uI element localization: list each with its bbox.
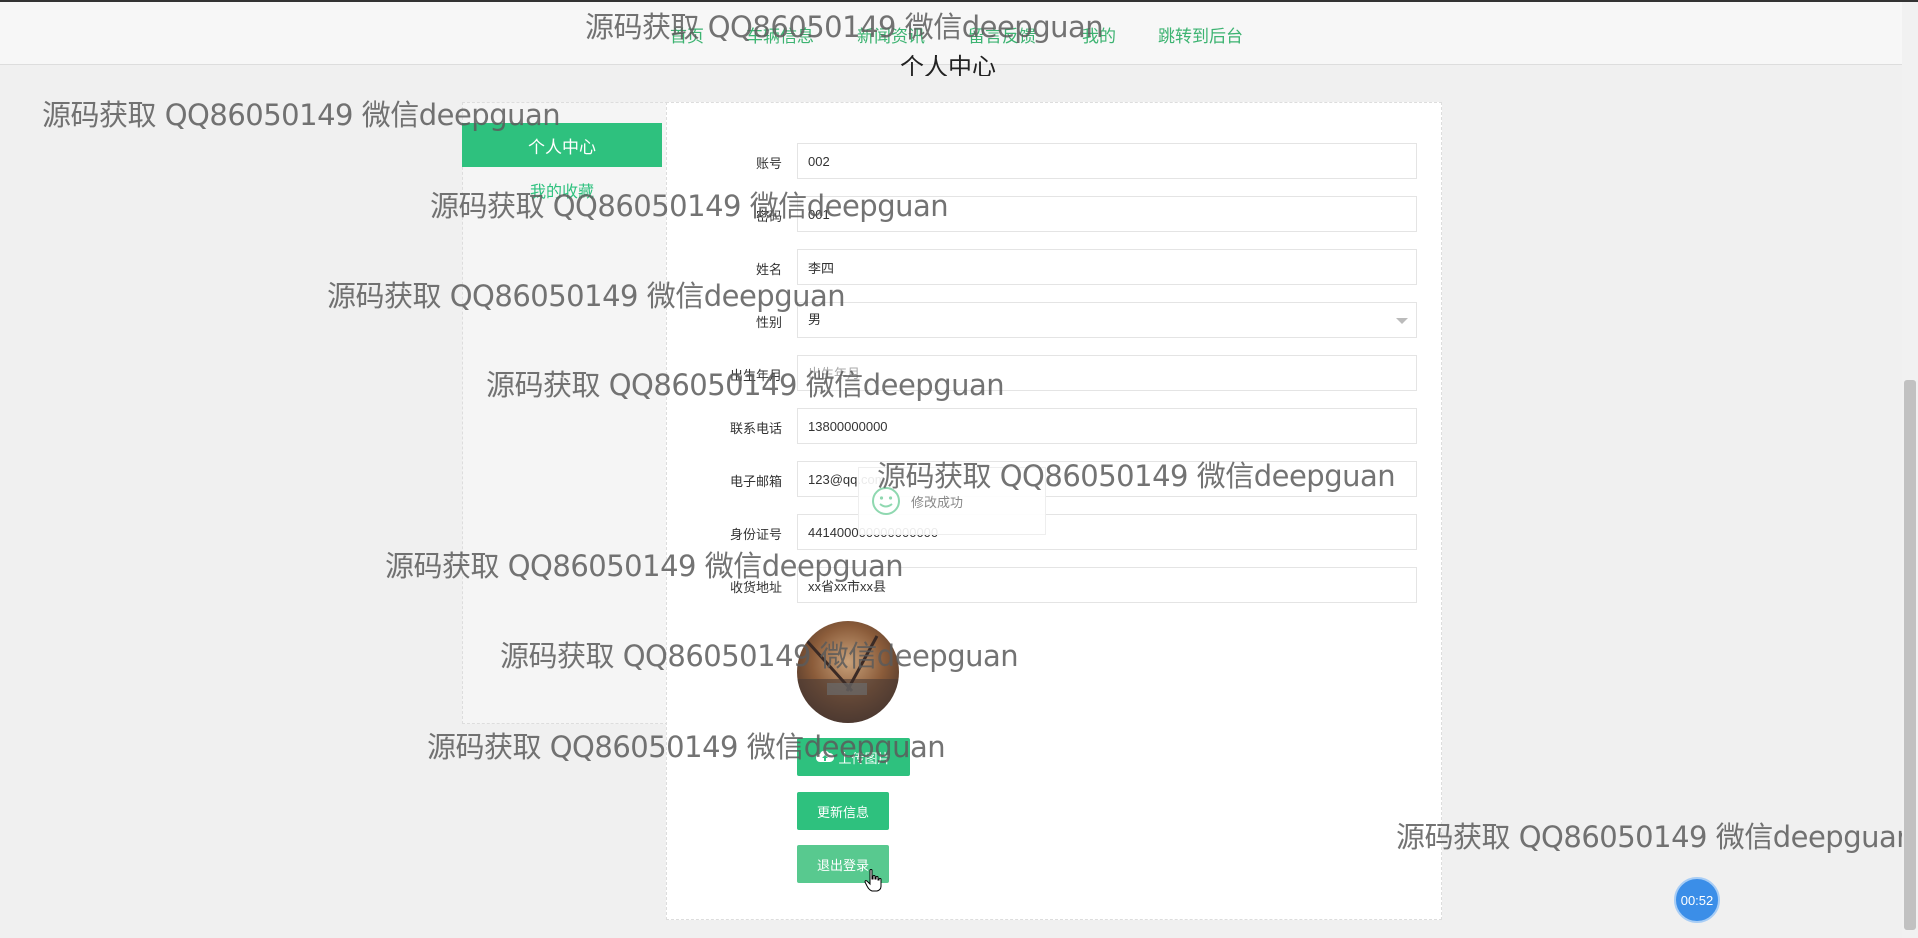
update-info-button[interactable]: 更新信息: [797, 792, 889, 830]
address-field[interactable]: [797, 567, 1417, 603]
timer-badge: 00:52: [1674, 877, 1720, 923]
nav-news[interactable]: 新闻资讯: [857, 22, 925, 47]
birth-label: 出生年月: [729, 368, 782, 383]
account-field[interactable]: [797, 143, 1417, 179]
avatar: [797, 621, 899, 723]
watermark: 源码获取 QQ86050149 微信deepguan: [1396, 820, 1902, 854]
sidebar-item-profile[interactable]: 个人中心: [462, 123, 662, 167]
nav-vehicles[interactable]: 车辆信息: [746, 22, 814, 47]
account-label: 账号: [755, 156, 782, 171]
name-label: 姓名: [755, 262, 782, 277]
phone-field[interactable]: [797, 408, 1417, 444]
name-field[interactable]: [797, 249, 1417, 285]
nav-mine[interactable]: 我的: [1082, 22, 1116, 47]
success-toast: 修改成功: [858, 467, 1046, 535]
password-label: 密码: [755, 209, 782, 224]
email-label: 电子邮箱: [729, 474, 782, 489]
id-number-label: 身份证号: [729, 527, 782, 542]
toast-message: 修改成功: [911, 494, 964, 510]
cloud-upload-icon: [816, 750, 835, 762]
upload-image-button[interactable]: 上传图片: [797, 738, 910, 776]
nav-admin[interactable]: 跳转到后台: [1158, 22, 1243, 47]
chevron-down-icon: [1396, 318, 1408, 324]
nav-home[interactable]: 首页: [670, 22, 704, 47]
page-title: 个人中心: [900, 54, 996, 76]
hand-cursor-icon: [864, 869, 882, 892]
password-field[interactable]: [797, 196, 1417, 232]
phone-label: 联系电话: [729, 421, 782, 436]
birth-field[interactable]: [797, 355, 1417, 391]
smile-icon: [872, 487, 900, 515]
nav-feedback[interactable]: 留言反馈: [968, 22, 1036, 47]
gender-label: 性别: [755, 315, 782, 330]
gender-select[interactable]: 男: [797, 302, 1417, 338]
upload-image-label: 上传图片: [838, 750, 891, 766]
scrollbar[interactable]: [1902, 2, 1918, 938]
sidebar-item-favorites[interactable]: 我的收藏: [462, 178, 662, 202]
scrollbar-thumb[interactable]: [1904, 380, 1916, 930]
address-label: 收货地址: [729, 580, 782, 595]
